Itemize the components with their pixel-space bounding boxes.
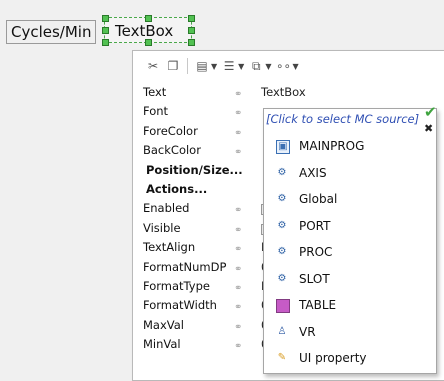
link-icon[interactable]: ⚭ [234,240,242,259]
link-icon[interactable]: ⚭ [234,124,242,143]
resize-handle-nw[interactable] [102,15,109,22]
resize-handle-n[interactable] [145,15,152,22]
resize-handle-ne[interactable] [188,15,195,22]
gear-icon: ⚙ [277,219,287,231]
vr-icon: ♙ [277,325,287,337]
toolbar-separator [187,58,188,74]
property-name: Text [143,85,167,99]
link-icon[interactable]: ⚭ [234,143,242,162]
confirm-check-icon[interactable]: ✔ [424,103,437,121]
link-icon[interactable]: ⚭ [234,318,242,337]
cycles-min-label[interactable]: Cycles/Min [6,20,97,44]
mc-source-label: UI property [299,351,367,365]
property-name: TextAlign [143,240,196,255]
close-icon[interactable]: ✖ [424,122,433,135]
mc-source-label: VR [299,324,316,339]
selected-textbox[interactable]: TextBox [102,15,195,46]
mc-source-item-port[interactable]: ⚙ PORT [264,213,436,240]
mc-source-label: PORT [299,218,331,233]
property-name: FormatType [143,278,210,293]
property-toolbar: ✂ ❐ ▤ ▼ ☰ ▼ ⧉ ▼ ∘∘ ▼ [133,51,385,81]
mc-source-item-vr[interactable]: ♙ VR [264,319,436,346]
gear-icon: ⚙ [277,272,287,284]
link-icon[interactable]: ⚭ [234,260,242,279]
textbox-text: TextBox [115,22,174,40]
mc-source-item-global[interactable]: ⚙ Global [264,186,436,213]
label-text: Cycles/Min [11,23,92,41]
property-name: Visible [143,220,181,235]
mc-source-dropdown: ▣ MAINPROG ⚙ AXIS ⚙ Global ⚙ PORT ⚙ PROC… [263,108,437,374]
mc-source-item-slot[interactable]: ⚙ SLOT [264,266,436,293]
mc-source-label: MAINPROG [299,139,365,153]
mc-source-label: SLOT [299,271,330,286]
mc-source-item-ui-property[interactable]: ✎ UI property [264,345,436,372]
align-icon[interactable]: ☰ [221,58,237,74]
mc-source-label: PROC [299,245,333,259]
mc-source-label: Global [299,192,338,206]
link-icon[interactable]: ⚭ [234,85,242,104]
mc-source-list: ▣ MAINPROG ⚙ AXIS ⚙ Global ⚙ PORT ⚙ PROC… [264,133,436,372]
section-title: Position/Size... [146,162,243,177]
paste-icon[interactable]: ▤ [194,58,210,74]
chevron-down-icon[interactable]: ▼ [265,62,271,71]
property-name: Enabled [143,201,190,216]
property-name: BackColor [143,143,201,158]
property-name: FormatNumDP [143,259,227,274]
layer-icon[interactable]: ⧉ [248,58,264,74]
link-icon[interactable]: ⚭ [234,221,242,240]
property-name: MaxVal [143,317,184,332]
mc-source-item-table[interactable]: TABLE [264,292,436,319]
resize-handle-w[interactable] [102,27,109,34]
mc-source-hint[interactable]: [Click to select MC source] [258,108,436,132]
mc-source-label: AXIS [299,165,327,180]
resize-handle-sw[interactable] [102,39,109,46]
chevron-down-icon[interactable]: ▼ [238,62,244,71]
ui-property-icon: ✎ [277,352,287,363]
section-title: Actions... [146,181,208,196]
property-name: FormatWidth [143,298,217,313]
link-icon[interactable]: ⚭ [234,279,242,298]
gear-icon: ⚙ [277,193,287,204]
property-name: Font [143,104,169,119]
resize-handle-s[interactable] [145,39,152,46]
resize-handle-e[interactable] [188,27,195,34]
link-icon[interactable]: ⚭ [234,201,242,220]
copy-icon[interactable]: ❐ [165,58,181,74]
mc-source-item-axis[interactable]: ⚙ AXIS [264,160,436,187]
property-row-text[interactable]: Text ⚭ TextBox [133,83,373,102]
mc-source-hint-text: [Click to select MC source] [266,112,420,126]
mc-source-label: TABLE [299,298,337,312]
property-name: ForeColor [143,123,198,138]
gear-icon: ⚙ [277,166,287,178]
mc-source-item-proc[interactable]: ⚙ PROC [264,239,436,266]
link-icon[interactable]: ⚭ [234,298,242,317]
property-value[interactable]: TextBox [261,83,306,102]
program-icon: ▣ [276,140,290,154]
link-icon[interactable]: ⚭ [234,104,242,123]
chevron-down-icon[interactable]: ▼ [292,62,298,71]
options-icon[interactable]: ∘∘ [275,58,291,74]
resize-handle-se[interactable] [188,39,195,46]
mc-source-item-mainprog[interactable]: ▣ MAINPROG [264,133,436,160]
link-icon[interactable]: ⚭ [234,337,242,356]
cut-icon[interactable]: ✂ [145,58,161,74]
property-name: MinVal [143,337,181,352]
chevron-down-icon[interactable]: ▼ [211,62,217,71]
table-icon [276,299,290,313]
gear-icon: ⚙ [277,246,287,257]
